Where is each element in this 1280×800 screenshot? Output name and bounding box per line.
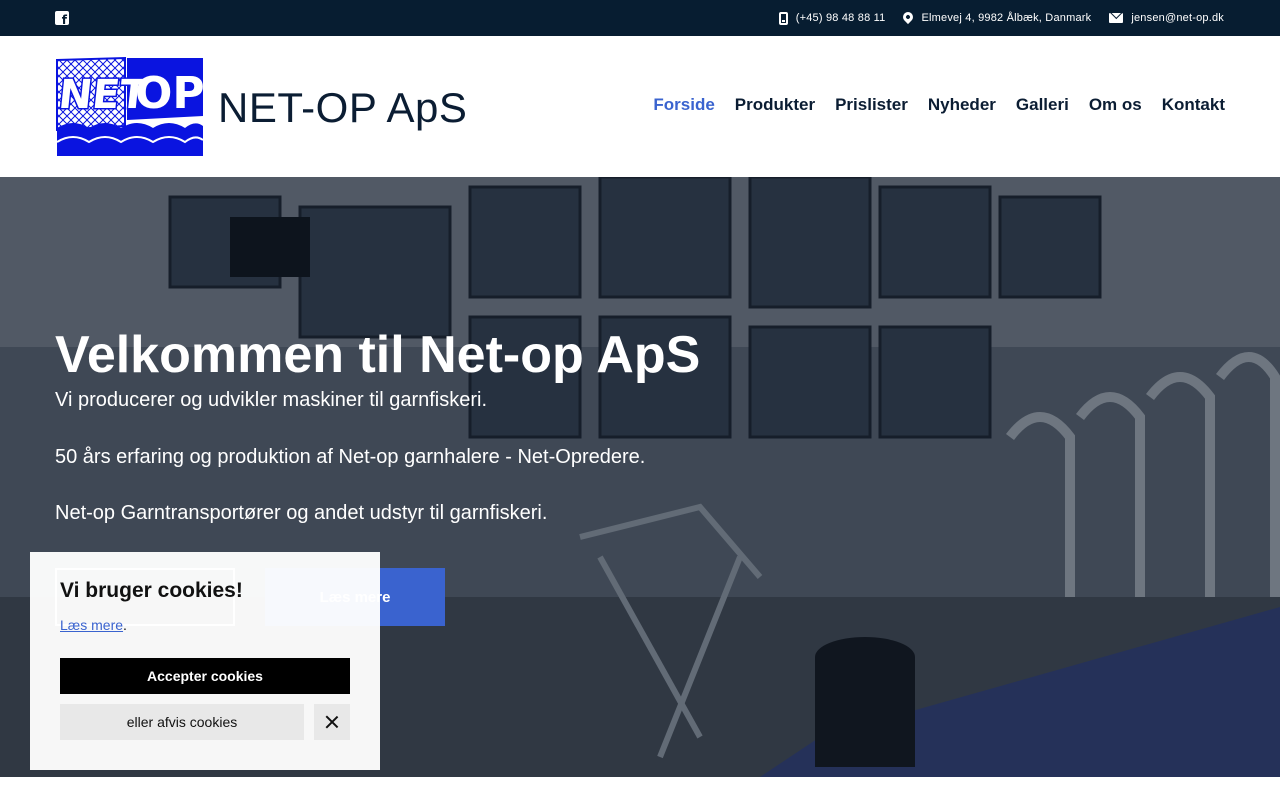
nav-om-os[interactable]: Om os	[1089, 95, 1142, 115]
cookie-title: Vi bruger cookies!	[60, 579, 243, 602]
cookie-banner: Vi bruger cookies! Læs mere . Accepter c…	[30, 552, 380, 770]
nav-prislister[interactable]: Prislister	[835, 95, 908, 115]
nav-galleri[interactable]: Galleri	[1016, 95, 1069, 115]
main-nav: Forside Produkter Prislister Nyheder Gal…	[653, 95, 1225, 115]
brand-name[interactable]: NET-OP ApS	[218, 84, 467, 132]
net-op-logo[interactable]: NET OP	[55, 56, 205, 158]
reject-cookies-button[interactable]: eller afvis cookies	[60, 704, 304, 740]
hero-line-3: Net-op Garntransportører og andet udstyr…	[55, 502, 548, 524]
cookie-read-more-link[interactable]: Læs mere	[60, 617, 123, 633]
facebook-icon[interactable]	[55, 11, 69, 27]
phone-icon	[778, 11, 788, 25]
close-icon[interactable]	[314, 704, 350, 740]
top-bar: (+45) 98 48 88 11 Elmevej 4, 9982 Ålbæk,…	[0, 0, 1280, 36]
cookie-link-period: .	[123, 617, 127, 633]
svg-text:OP: OP	[135, 68, 205, 119]
hero-line-1: Vi producerer og udvikler maskiner til g…	[55, 389, 488, 411]
nav-produkter[interactable]: Produkter	[735, 95, 815, 115]
contact-info: (+45) 98 48 88 11 Elmevej 4, 9982 Ålbæk,…	[778, 0, 1224, 36]
location-pin-icon	[901, 9, 916, 25]
nav-nyheder[interactable]: Nyheder	[928, 95, 996, 115]
email-text: jensen@net-op.dk	[1131, 12, 1224, 24]
hero-title: Velkommen til Net-op ApS	[55, 326, 701, 384]
email-contact[interactable]: jensen@net-op.dk	[1109, 12, 1224, 24]
hero-line-2: 50 års erfaring og produktion af Net-op …	[55, 446, 646, 468]
nav-kontakt[interactable]: Kontakt	[1162, 95, 1225, 115]
phone-text: (+45) 98 48 88 11	[795, 12, 886, 24]
address-text: Elmevej 4, 9982 Ålbæk, Danmark	[921, 12, 1092, 24]
accept-cookies-button[interactable]: Accepter cookies	[60, 658, 350, 694]
envelope-icon	[1109, 13, 1124, 23]
phone-contact[interactable]: (+45) 98 48 88 11	[778, 11, 886, 25]
address-contact[interactable]: Elmevej 4, 9982 Ålbæk, Danmark	[901, 9, 1092, 25]
site-header: NET OP NET-OP ApS Forside Produkter Pris…	[0, 36, 1280, 177]
nav-forside[interactable]: Forside	[653, 95, 714, 115]
